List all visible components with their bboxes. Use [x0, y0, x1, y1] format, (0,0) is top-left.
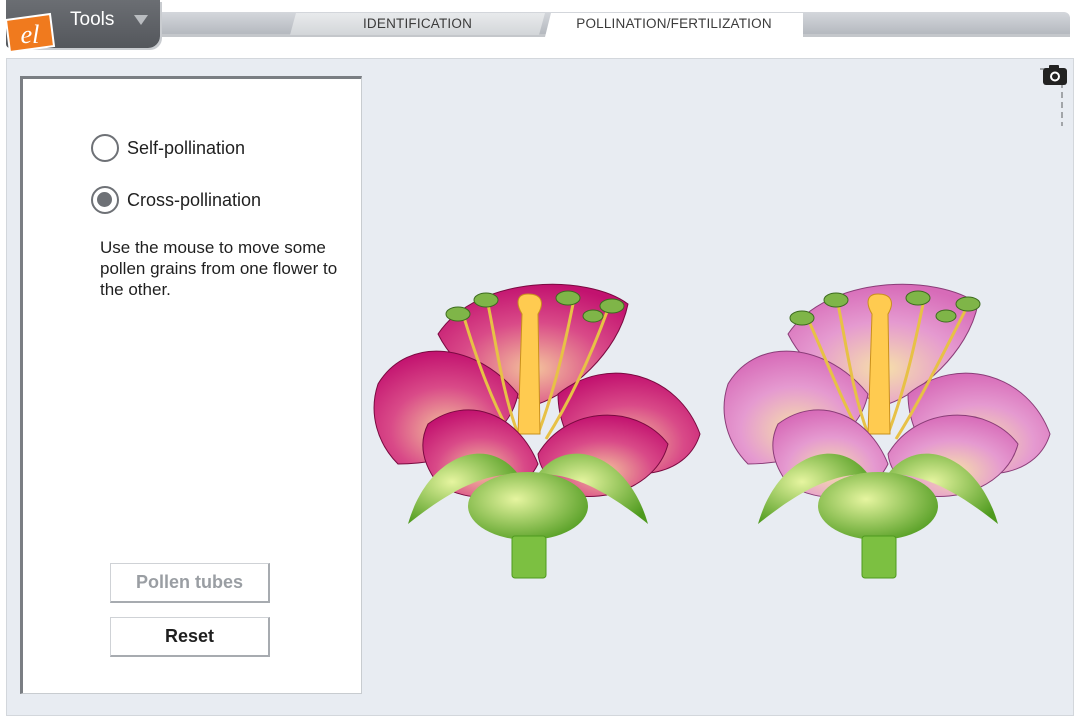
flower-left[interactable] [368, 274, 708, 584]
cross-pollination-radio[interactable] [91, 186, 119, 214]
top-bar: IDENTIFICATION POLLINATION/FERTILIZATION… [0, 0, 1080, 56]
tab-identification[interactable]: IDENTIFICATION [290, 13, 545, 35]
option-self-pollination[interactable]: Self-pollination [91, 134, 245, 162]
tools-label: Tools [70, 9, 115, 30]
reset-button[interactable]: Reset [110, 617, 270, 657]
flower-right-stem [861, 535, 897, 579]
tab-pollination-fertilization[interactable]: POLLINATION/FERTILIZATION [545, 13, 803, 37]
camera-icon[interactable] [1040, 62, 1070, 132]
cross-pollination-label: Cross-pollination [127, 189, 262, 210]
self-pollination-radio[interactable] [91, 134, 119, 162]
caret-down-icon [134, 15, 148, 25]
flower-right[interactable] [718, 274, 1058, 584]
instructions-text: Use the mouse to move some pollen grains… [100, 238, 338, 299]
pollen-tubes-button[interactable]: Pollen tubes [110, 563, 270, 603]
logo-text: el [21, 20, 40, 49]
flower-left-pistil [517, 293, 542, 435]
option-cross-pollination[interactable]: Cross-pollination [91, 186, 261, 214]
self-pollination-label: Self-pollination [127, 137, 246, 158]
flower-right-pistil [867, 293, 892, 435]
flower-left-stem [511, 535, 547, 579]
explorelearning-logo: el [4, 12, 56, 54]
control-panel: Self-pollination Cross-pollination Use t… [20, 76, 362, 694]
